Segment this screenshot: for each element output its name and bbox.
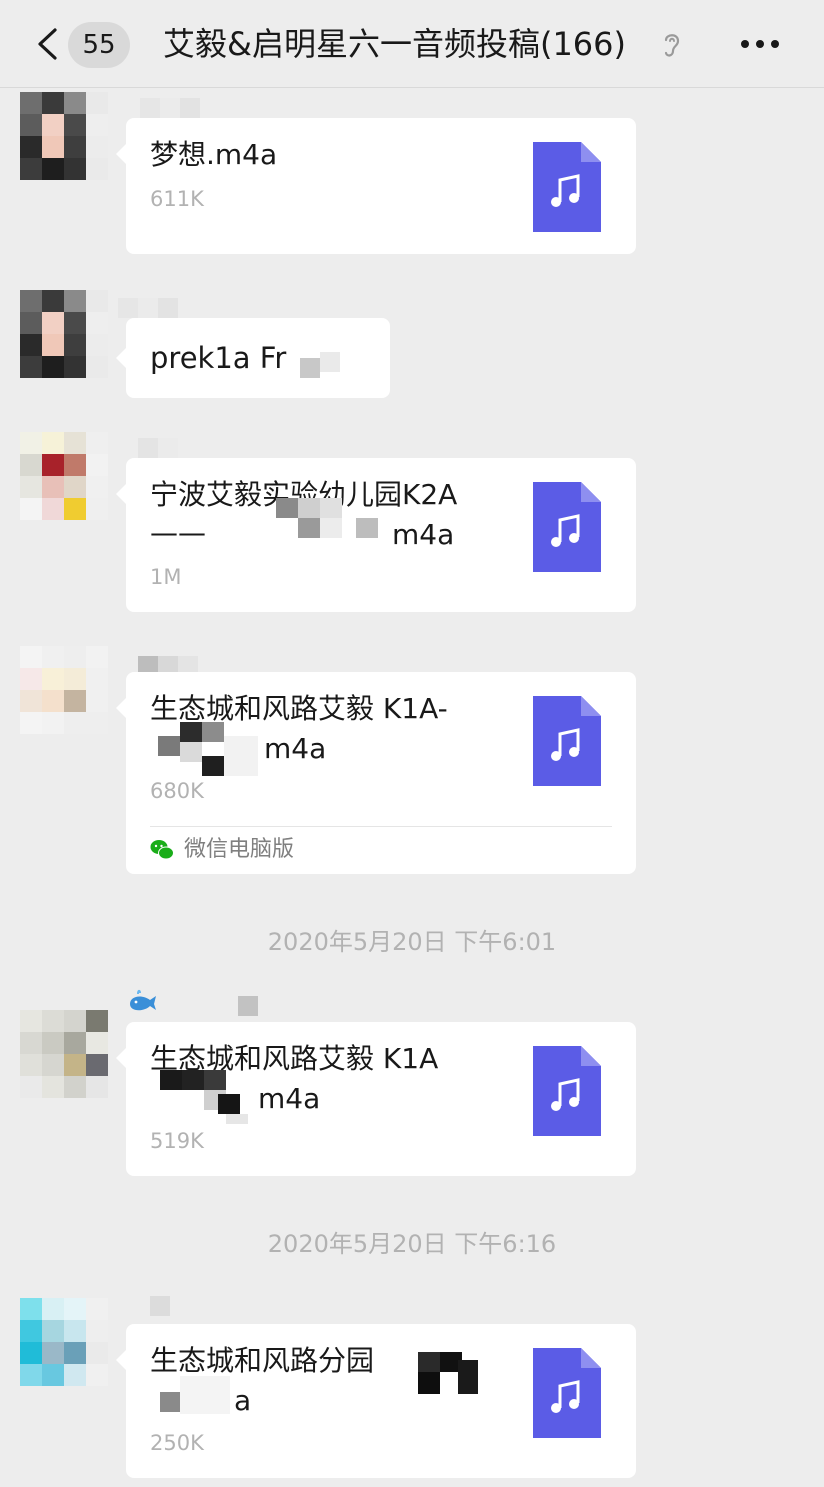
music-file-icon [533, 142, 601, 232]
file-size: 250K [150, 1431, 204, 1455]
redaction-mosaic [276, 498, 298, 518]
more-options-button[interactable] [735, 26, 785, 62]
music-file-icon [533, 1046, 601, 1136]
file-name-tail: m4a [392, 518, 455, 551]
sender-name [140, 98, 200, 118]
avatar[interactable] [20, 1298, 108, 1386]
file-size: 519K [150, 1129, 204, 1153]
sender-name [138, 438, 178, 458]
sender-name [150, 1296, 170, 1316]
ear-icon [664, 34, 680, 57]
timestamp: 2020年5月20日 下午6:01 [267, 928, 557, 956]
timestamp: 2020年5月20日 下午6:16 [267, 1230, 557, 1258]
sender-name [238, 996, 258, 1016]
more-dots-icon [741, 40, 749, 48]
avatar[interactable] [20, 92, 108, 180]
sender-name [118, 298, 178, 318]
chat-title: 艾毅&启明星六一音频投稿(166) [163, 25, 627, 63]
back-button[interactable]: 55 [28, 18, 138, 70]
avatar[interactable] [20, 290, 108, 378]
file-message[interactable]: 生态城和风路分园 a 250K [116, 1324, 636, 1478]
source-divider [150, 826, 612, 827]
music-file-icon [533, 696, 601, 786]
redaction-mosaic [300, 358, 320, 378]
chevron-left-icon [38, 28, 57, 60]
file-message[interactable]: 生态城和风路艾毅 K1A m4a 519K [116, 1022, 636, 1176]
music-file-icon [533, 1348, 601, 1438]
avatar[interactable] [20, 1010, 108, 1098]
file-name-tail: m4a [264, 732, 327, 765]
file-name-tail: m4a [258, 1082, 321, 1115]
unread-count-badge: 55 [68, 22, 130, 68]
redaction-mosaic [418, 1352, 440, 1372]
redaction-mosaic [160, 1070, 182, 1090]
avatar[interactable] [20, 646, 108, 734]
file-message[interactable]: 梦想.m4a 611K [116, 118, 636, 254]
file-message[interactable]: 生态城和风路艾毅 K1A- m4a 680K 微信电脑版 [116, 672, 636, 874]
wechat-logo-icon [150, 840, 174, 860]
source-label: 微信电脑版 [184, 837, 295, 862]
chat-header: 55 艾毅&启明星六一音频投稿(166) [0, 0, 824, 88]
file-name-tail: a [234, 1384, 252, 1417]
file-message[interactable]: 宁波艾毅实验幼儿园K2A—— m4a 1M [116, 458, 636, 612]
redaction-mosaic [158, 736, 180, 756]
avatar[interactable] [20, 432, 108, 520]
file-size: 1M [150, 565, 182, 589]
music-file-icon [533, 482, 601, 572]
source-row[interactable]: 微信电脑版 [150, 835, 294, 865]
file-size: 611K [150, 187, 204, 211]
text-message[interactable]: prek1a Fr [116, 318, 390, 398]
file-size: 680K [150, 779, 204, 803]
file-name: 梦想.m4a [150, 138, 278, 171]
whale-emoji-icon [130, 989, 156, 1011]
message-text: prek1a Fr [150, 341, 287, 375]
